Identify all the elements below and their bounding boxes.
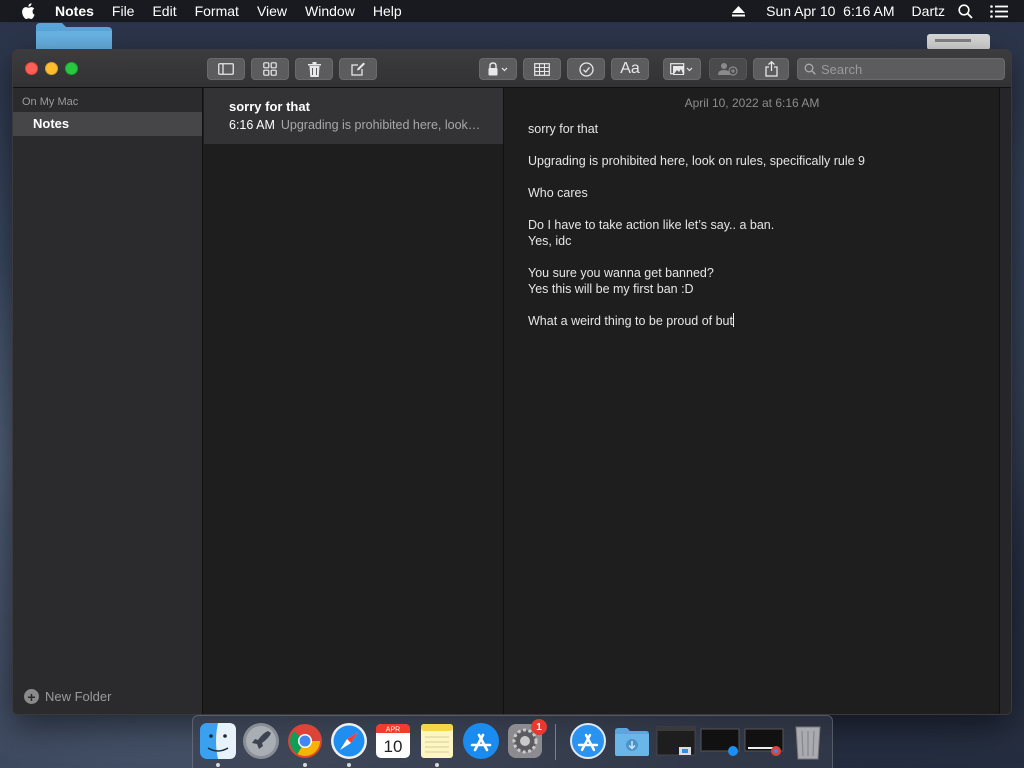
collaborate-button[interactable]	[709, 58, 747, 80]
trash-icon[interactable]	[788, 721, 828, 761]
sidebar-item-notes[interactable]: Notes	[13, 112, 202, 136]
safari-icon[interactable]	[329, 721, 369, 761]
dock: APR 10 1	[192, 715, 833, 768]
clock[interactable]: Sun Apr 10 6:16 AM	[759, 0, 901, 22]
note-line: Yes, idc	[528, 234, 572, 248]
new-folder-label: New Folder	[45, 689, 112, 704]
notes-icon[interactable]	[417, 721, 457, 761]
close-button[interactable]	[25, 62, 38, 75]
note-editor[interactable]: April 10, 2022 at 6:16 AM sorry for that…	[505, 88, 999, 714]
format-text-button[interactable]: Aa	[611, 58, 649, 80]
calendar-icon[interactable]: APR 10	[373, 721, 413, 761]
running-indicator	[347, 763, 351, 767]
media-button[interactable]	[663, 58, 701, 80]
notes-window: Aa On My Mac Notes + New Folder sorry fo…	[12, 49, 1012, 715]
running-indicator	[435, 763, 439, 767]
menu-window[interactable]: Window	[296, 0, 364, 22]
add-icon: +	[24, 689, 39, 705]
table-button[interactable]	[523, 58, 561, 80]
sidebar-toggle-button[interactable]	[207, 58, 245, 80]
note-line: Do I have to take action like let’s say.…	[528, 218, 775, 232]
checklist-icon	[578, 61, 594, 77]
search-icon[interactable]	[952, 3, 980, 19]
lock-icon	[488, 62, 508, 76]
window-thumbnail-icon[interactable]	[700, 721, 740, 761]
new-note-button[interactable]	[339, 58, 377, 80]
format-text-icon: Aa	[620, 60, 640, 77]
menu-view[interactable]: View	[248, 0, 296, 22]
chrome-icon[interactable]	[285, 721, 325, 761]
menu-edit[interactable]: Edit	[143, 0, 185, 22]
calendar-day: 10	[384, 737, 403, 756]
window-thumbnail-icon[interactable]	[744, 721, 784, 761]
user-name[interactable]: Dartz	[902, 0, 952, 22]
media-icon	[670, 62, 693, 75]
text-caret	[733, 313, 734, 327]
apple-icon[interactable]	[16, 3, 40, 19]
eject-icon[interactable]	[725, 5, 759, 17]
note-title: sorry for that	[229, 99, 310, 114]
collaborate-icon	[718, 63, 738, 76]
list-item[interactable]: sorry for that 6:16 AM Upgrading is prohi…	[204, 88, 503, 144]
note-line	[528, 297, 865, 313]
note-line	[528, 201, 865, 217]
app-store-icon[interactable]	[461, 721, 501, 761]
note-line	[528, 249, 865, 265]
table-icon	[534, 62, 550, 76]
compose-icon	[350, 62, 365, 76]
gallery-view-icon	[263, 62, 277, 76]
minimize-button[interactable]	[45, 62, 58, 75]
dock-separator	[555, 724, 556, 760]
note-time: 6:16 AM	[229, 118, 275, 132]
search-icon	[804, 63, 816, 75]
note-line: sorry for that	[528, 122, 599, 136]
note-date: April 10, 2022 at 6:16 AM	[684, 96, 820, 110]
delete-note-button[interactable]	[295, 58, 333, 80]
share-icon	[764, 61, 778, 77]
search-field[interactable]	[797, 58, 1005, 80]
notification-badge: 1	[531, 719, 547, 735]
note-line: Yes this will be my first ban :D	[528, 282, 694, 296]
app-store-folder-icon[interactable]	[568, 721, 608, 761]
notes-list: sorry for that 6:16 AM Upgrading is prohi…	[204, 88, 504, 714]
note-line	[528, 169, 865, 185]
sidebar-toggle-icon	[218, 63, 234, 75]
note-line	[528, 137, 865, 153]
note-line: Who cares	[528, 186, 588, 200]
desktop-drive-icon[interactable]	[927, 34, 990, 50]
share-button[interactable]	[753, 58, 789, 80]
fullscreen-button[interactable]	[65, 62, 78, 75]
launchpad-icon[interactable]	[241, 721, 281, 761]
window-toolbar: Aa	[13, 50, 1011, 88]
menu-format[interactable]: Format	[186, 0, 248, 22]
gallery-view-button[interactable]	[251, 58, 289, 80]
note-line: Upgrading is prohibited here, look on ru…	[528, 154, 865, 168]
downloads-folder-icon[interactable]	[612, 721, 652, 761]
trash-icon	[307, 61, 321, 77]
list-icon[interactable]	[980, 4, 1024, 18]
sidebar-section-title: On My Mac	[22, 96, 79, 108]
menu-file[interactable]: File	[103, 0, 144, 22]
calendar-month: APR	[386, 727, 400, 734]
menu-bar: Notes File Edit Format View Window Help …	[0, 0, 1024, 22]
note-line: You sure you wanna get banned?	[528, 266, 714, 280]
note-preview: Upgrading is prohibited here, look…	[280, 118, 481, 132]
running-indicator	[216, 763, 220, 767]
desktop-folder-icon[interactable]	[34, 23, 112, 49]
scrollbar[interactable]	[999, 88, 1011, 714]
lock-button[interactable]	[479, 58, 517, 80]
search-input[interactable]	[821, 61, 991, 77]
new-folder-button[interactable]: + New Folder	[24, 689, 112, 705]
finder-icon[interactable]	[198, 721, 238, 761]
running-indicator	[303, 763, 307, 767]
menu-help[interactable]: Help	[364, 0, 411, 22]
checklist-button[interactable]	[567, 58, 605, 80]
menu-app-name[interactable]: Notes	[46, 0, 103, 22]
note-body[interactable]: sorry for that Upgrading is prohibited h…	[528, 121, 865, 329]
window-thumbnail-icon[interactable]	[656, 721, 696, 761]
folders-sidebar: On My Mac Notes + New Folder	[13, 88, 203, 714]
note-line: What a weird thing to be proud of but	[528, 314, 733, 328]
